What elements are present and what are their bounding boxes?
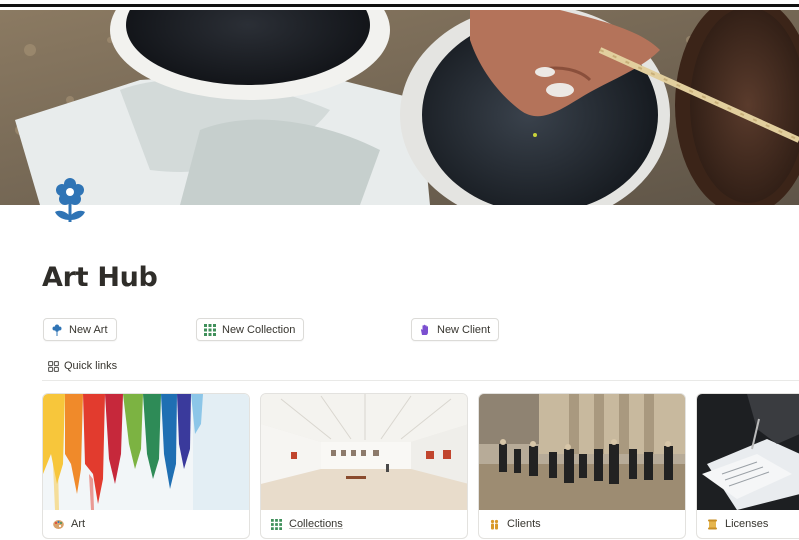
card-licenses-label: Licenses [725,518,769,530]
new-client-button[interactable]: New Client [411,318,500,341]
new-client-label: New Client [437,323,491,336]
hand-icon [421,324,428,335]
divider [42,380,799,381]
cover-image[interactable] [0,10,799,205]
new-collection-label: New Collection [222,323,296,336]
new-art-label: New Art [69,323,108,336]
palette-icon [53,519,64,529]
card-licenses[interactable]: Licenses [696,393,799,539]
card-clients[interactable]: Clients [478,393,686,539]
card-collections[interactable]: Collections [260,393,468,539]
card-collections-label: Collections [289,518,343,530]
card-art[interactable]: Art [42,393,250,539]
people-icon [490,519,499,529]
street-crowd-painting-image [479,394,685,510]
quick-links-heading: Quick links [48,360,117,372]
card-art-label: Art [71,518,86,530]
scroll-icon [708,519,717,529]
flower-icon[interactable] [50,176,90,226]
signing-documents-image [697,394,799,510]
grid-icon [271,518,282,530]
gallery-grid-icon [48,360,59,372]
grid-icon [204,323,216,336]
flower-icon [52,324,62,336]
card-clients-label: Clients [507,518,541,530]
top-bar [0,0,799,10]
gallery-hall-image [261,394,467,510]
quick-links-label: Quick links [64,360,118,372]
page-title: Art Hub [42,262,158,293]
new-collection-button[interactable]: New Collection [196,318,305,341]
new-art-button[interactable]: New Art [43,318,117,341]
colorful-paint-drips-image [43,394,249,510]
